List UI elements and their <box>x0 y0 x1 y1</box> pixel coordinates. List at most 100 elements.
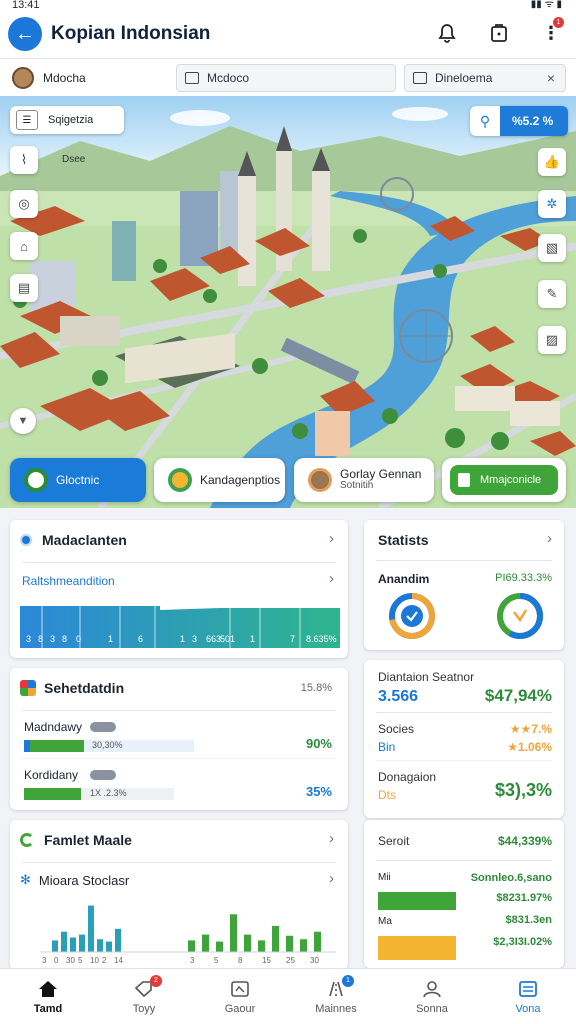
tab-label: Gaour <box>224 1002 256 1015</box>
category-pill-3[interactable]: Gorlay Gennan Sotnitih <box>294 458 434 502</box>
map-icon <box>229 979 251 999</box>
tab-badge: 1 <box>342 975 354 987</box>
pill-label: Gorlay Gennan <box>340 467 422 481</box>
pill-sub: Sotnitih <box>340 480 374 491</box>
row-value: Sonnleo.6,sano <box>470 872 552 884</box>
category-pill-1[interactable]: Gloctnic <box>10 458 146 502</box>
snowflake-icon: ✻ <box>20 872 31 887</box>
axis-label: 3 <box>26 634 31 644</box>
gauge-chart-2 <box>497 593 543 639</box>
tab-map[interactable]: Gaour <box>192 969 288 1024</box>
card-famlet[interactable]: Famlet Maale › ✻ Mioara Stoclasr › 3 0 30 5… <box>10 820 348 970</box>
row-value: $8231.97% <box>496 892 552 904</box>
square-icon <box>413 71 427 84</box>
building-icon: ▤ <box>17 280 31 295</box>
axis-label: 501 <box>220 634 235 644</box>
card-title: Diantaion Seatnor <box>378 670 475 684</box>
bottom-tab-bar: Tamd 2 Toyy Gaour 1 Mainnes Sonna Vona <box>0 968 576 1024</box>
chevron-right-icon[interactable]: › <box>547 530 552 547</box>
bar-green <box>314 931 321 952</box>
area-chart: 3 8 3 8 0 1 6 1 3 663501 1 7 8.635% <box>20 606 340 648</box>
graph-tool[interactable]: ⌇ <box>10 146 38 174</box>
axis-label: 8 <box>238 956 243 965</box>
more-button[interactable]: ⋮ 1 <box>536 17 566 48</box>
value-2: $47,94% <box>484 686 552 705</box>
card-statists[interactable]: Statists › Anandim PI69.33.3% <box>364 520 564 650</box>
bar-teal <box>106 941 112 952</box>
puzzle-tool[interactable]: ✲ <box>538 190 566 218</box>
bell-button[interactable] <box>432 18 462 48</box>
tab-tags[interactable]: 2 Toyy <box>96 969 192 1024</box>
building-tool[interactable]: ▤ <box>10 274 38 302</box>
chevron-right-icon[interactable]: › <box>329 570 334 587</box>
image-tool[interactable]: ▨ <box>538 326 566 354</box>
pencil-icon: ✎ <box>546 286 558 301</box>
tab-home[interactable]: Tamd <box>0 969 96 1024</box>
progress-track: 30,30% <box>24 740 194 752</box>
axis-label: 7 <box>290 634 295 644</box>
back-button[interactable]: ← <box>8 17 42 51</box>
axis-label: 1 <box>180 634 185 644</box>
chevron-right-icon[interactable]: › <box>329 830 334 847</box>
card-plantation[interactable]: Diantaion Seatnor 3.566 $47,94% Socies B… <box>364 660 564 818</box>
avatar <box>12 66 34 89</box>
axis-label: 0 <box>54 956 59 965</box>
app-bar: ← Kopian Indonsian ⋮ 1 <box>0 10 576 58</box>
compass-button[interactable]: ▼ <box>10 408 36 434</box>
axis-label: 30 <box>66 956 75 965</box>
zoom-control[interactable]: ⚲ %5.2 % <box>470 106 568 136</box>
pin-tool[interactable]: ◎ <box>10 190 38 218</box>
axis-label: 8 <box>38 634 43 644</box>
card-seroit[interactable]: Seroit $44,339% Mii Sonnleo.6,sano $8231… <box>364 820 564 968</box>
bar-teal <box>52 940 58 952</box>
axis-label: 15 <box>262 956 271 965</box>
map-search[interactable]: ☰ Sqigetzia <box>10 106 124 134</box>
chart-tool[interactable]: ▧ <box>538 234 566 262</box>
bell-icon <box>438 24 456 43</box>
card-title: Statists <box>378 532 429 548</box>
tab-profile[interactable]: Sonna <box>384 969 480 1024</box>
row-sub: Dts <box>378 788 396 802</box>
axis-label: 30 <box>310 956 319 965</box>
home-tool[interactable]: ⌂ <box>10 232 38 260</box>
bar-green <box>188 940 195 952</box>
card-sehetdatdin[interactable]: Sehetdatdin 15.8% Madndawy 30,30% 90% Ko… <box>10 668 348 810</box>
clear-icon[interactable]: × <box>547 70 555 86</box>
doc-icon <box>458 473 470 487</box>
category-pill-2[interactable]: Kandagenptios <box>154 458 285 502</box>
pencil-tool[interactable]: ✎ <box>538 280 566 308</box>
row-value-a: ★★7.% <box>509 722 552 736</box>
tab-label: Tamd <box>33 1002 63 1015</box>
card-sub-title: Mioara Stoclasr <box>38 872 130 888</box>
progress-fill <box>24 788 81 800</box>
tab-label: Vona <box>515 1002 541 1015</box>
share-button[interactable] <box>484 18 514 48</box>
map-search-label: Sqigetzia <box>48 114 94 126</box>
row-value: $2,3I3I.02% <box>493 936 552 948</box>
chevron-right-icon[interactable]: › <box>329 870 334 887</box>
map-illustration <box>0 96 576 508</box>
avatar <box>308 468 332 492</box>
chevron-right-icon[interactable]: › <box>329 530 334 547</box>
card-madaclanten[interactable]: Madaclanten › Raltshmeandition › 3838016… <box>10 520 348 658</box>
refresh-icon <box>20 833 34 847</box>
card-title: Seroit <box>378 834 410 848</box>
thumbs-tool[interactable]: 👍 <box>538 148 566 176</box>
user-selector[interactable]: Mdocha <box>8 66 176 89</box>
bar-green <box>216 941 223 952</box>
city-map[interactable]: ☰ Sqigetzia Dsee ⌇ ◎ ⌂ ▤ ⚲ %5.2 % 👍 ✲ ▧ … <box>0 96 576 508</box>
zoom-text: %5.2 % <box>512 114 554 128</box>
axis-label: 8.635% <box>306 634 337 644</box>
bar-teal <box>79 934 85 952</box>
filter-field-2[interactable]: Dineloema × <box>404 63 566 92</box>
bar-green <box>378 892 456 910</box>
row-label: Mii <box>378 872 391 883</box>
card-sub-link[interactable]: Raltshmeandition <box>22 574 115 588</box>
filter-field-1-value: Mcdoco <box>207 70 250 85</box>
bar-green <box>286 935 293 952</box>
category-pill-4[interactable]: Mmajconicle <box>442 458 566 502</box>
chart-icon: ⌇ <box>20 152 28 167</box>
tab-routes[interactable]: 1 Mainnes <box>288 969 384 1024</box>
filter-field-1[interactable]: Mcdoco <box>176 63 396 92</box>
tab-list[interactable]: Vona <box>480 969 576 1024</box>
